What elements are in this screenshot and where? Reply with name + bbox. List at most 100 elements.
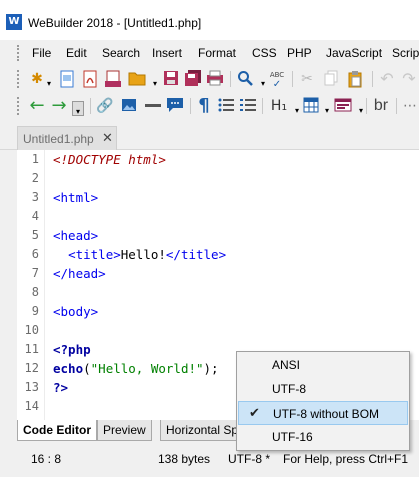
spellcheck-text: ABC xyxy=(269,71,285,79)
form-icon[interactable] xyxy=(334,97,352,115)
menu-file[interactable]: File xyxy=(32,46,51,60)
ordered-list-icon[interactable] xyxy=(239,97,257,115)
pdf-icon[interactable] xyxy=(81,70,99,88)
menu-insert[interactable]: Insert xyxy=(152,46,182,60)
code-line[interactable]: <?php xyxy=(53,342,91,357)
tab-untitled1[interactable]: Untitled1.php ✕ xyxy=(17,126,117,150)
line-number: 8 xyxy=(31,285,39,299)
code-line[interactable]: ?> xyxy=(53,380,68,395)
chevron-down-icon[interactable]: ▾ xyxy=(352,102,370,120)
unordered-list-icon[interactable] xyxy=(217,97,235,115)
line-number: 14 xyxy=(24,399,39,413)
menu-format[interactable]: Format xyxy=(198,46,236,60)
cut-icon[interactable]: ✂ xyxy=(298,70,316,88)
line-number: 5 xyxy=(31,228,39,242)
toolbar-grip[interactable] xyxy=(17,97,19,115)
code-token: <body> xyxy=(53,304,99,319)
line-number: 12 xyxy=(24,361,39,375)
code-token: "Hello, World!" xyxy=(90,361,204,376)
checkmark-icon: ✔ xyxy=(249,405,260,420)
code-token: <head> xyxy=(53,228,99,243)
webuilder-logo-icon: W xyxy=(6,14,22,30)
print-icon[interactable] xyxy=(206,70,224,88)
line-number: 7 xyxy=(31,266,39,280)
toolbar-separator xyxy=(90,98,91,114)
menu-search[interactable]: Search xyxy=(102,46,140,60)
spellcheck-icon[interactable]: ABC ✓ xyxy=(268,70,286,90)
encoding-option-utf16[interactable]: UTF-16 xyxy=(238,425,408,449)
redo-icon[interactable]: ↷ xyxy=(400,70,418,88)
code-token: </title> xyxy=(165,247,227,262)
line-break-icon[interactable]: br xyxy=(371,97,391,115)
open-folder-icon[interactable] xyxy=(128,70,146,88)
copy-icon[interactable] xyxy=(322,70,340,88)
encoding-menu: ANSI UTF-8 ✔ UTF-8 without BOM UTF-16 xyxy=(236,351,410,451)
save-icon[interactable] xyxy=(162,70,180,88)
back-arrow-icon[interactable]: ← xyxy=(28,97,46,115)
line-number: 4 xyxy=(31,209,39,223)
toolbar-separator xyxy=(230,71,231,87)
tab-code-editor[interactable]: Code Editor xyxy=(17,420,97,441)
line-number: 13 xyxy=(24,380,39,394)
image-icon[interactable] xyxy=(120,97,138,115)
undo-icon[interactable]: ↶ xyxy=(378,70,396,88)
line-number: 6 xyxy=(31,247,39,261)
cursor-position: 16 : 8 xyxy=(31,452,62,466)
tab-preview[interactable]: Preview xyxy=(97,420,152,441)
tab-horizontal-split[interactable]: Horizontal Sp xyxy=(160,420,240,441)
forward-arrow-icon[interactable]: → xyxy=(50,97,68,115)
menu-grip[interactable] xyxy=(17,45,19,61)
code-line[interactable]: </head> xyxy=(53,266,106,281)
window-title: WeBuilder 2018 - [Untitled1.php] xyxy=(28,16,202,30)
horizontal-rule-icon[interactable] xyxy=(144,97,162,115)
encoding-option-utf8[interactable]: UTF-8 xyxy=(238,377,408,401)
app-window: W WeBuilder 2018 - [Untitled1.php] File … xyxy=(0,0,419,477)
heading-icon[interactable]: H₁ xyxy=(268,97,290,115)
toolbar-separator xyxy=(292,71,293,87)
code-line[interactable]: echo("Hello, World!"); xyxy=(53,361,219,376)
main-toolbar: ✱ ▾ ▾ ▾ ABC ✓ ✂ ↶ ↷ xyxy=(0,66,419,92)
more-icon[interactable]: ⋯ xyxy=(401,97,419,115)
menu-php[interactable]: PHP xyxy=(287,46,312,60)
toolbar-separator xyxy=(396,98,397,114)
encoding-option-ansi[interactable]: ANSI xyxy=(238,353,408,377)
menu-css[interactable]: CSS xyxy=(252,46,277,60)
encoding-option-utf8-no-bom[interactable]: ✔ UTF-8 without BOM xyxy=(238,401,408,425)
code-token: <!DOCTYPE html> xyxy=(53,152,166,167)
chevron-down-icon[interactable]: ▾ xyxy=(40,75,58,93)
html-toolbar: ← → ▾ 🔗 ¶ H₁ ▾ ▾ ▾ br ⋯ xyxy=(0,93,419,119)
line-number: 1 xyxy=(31,152,39,166)
menu-javascript[interactable]: JavaScript xyxy=(326,46,382,60)
code-line[interactable]: <head> xyxy=(53,228,98,243)
link-icon[interactable]: 🔗 xyxy=(96,97,114,115)
code-token: ( xyxy=(83,361,91,376)
code-token: ?> xyxy=(53,380,69,395)
code-line[interactable]: <body> xyxy=(53,304,98,319)
encoding-option-label: ANSI xyxy=(272,358,301,372)
encoding-indicator[interactable]: UTF-8 * xyxy=(228,452,270,466)
code-line[interactable]: <title>Hello!</title> xyxy=(53,247,226,262)
toolbar-options-icon[interactable]: ▾ xyxy=(72,101,84,116)
paragraph-icon[interactable]: ¶ xyxy=(195,97,213,115)
save-all-icon[interactable] xyxy=(184,70,202,88)
title-bar: W WeBuilder 2018 - [Untitled1.php] xyxy=(0,0,419,40)
encoding-option-label: UTF-8 without BOM xyxy=(273,407,380,421)
close-icon[interactable]: ✕ xyxy=(102,130,113,146)
paste-icon[interactable] xyxy=(346,70,364,88)
comment-icon[interactable] xyxy=(166,97,184,115)
document-tab-bar: Untitled1.php ✕ xyxy=(0,125,419,150)
new-page-icon[interactable] xyxy=(58,70,76,88)
line-number: 9 xyxy=(31,304,39,318)
line-number: 2 xyxy=(31,171,39,185)
code-line[interactable]: <html> xyxy=(53,190,98,205)
toolbar-separator xyxy=(366,98,367,114)
code-line[interactable]: <!DOCTYPE html> xyxy=(53,152,166,167)
search-icon[interactable] xyxy=(236,70,254,88)
encoding-option-label: UTF-16 xyxy=(272,430,313,444)
code-token: Hello! xyxy=(120,247,166,262)
toolbar-grip[interactable] xyxy=(17,70,19,88)
php-icon[interactable] xyxy=(104,70,122,88)
menu-edit[interactable]: Edit xyxy=(66,46,87,60)
toolbar-separator xyxy=(262,98,263,114)
menu-script[interactable]: Script xyxy=(392,46,419,60)
